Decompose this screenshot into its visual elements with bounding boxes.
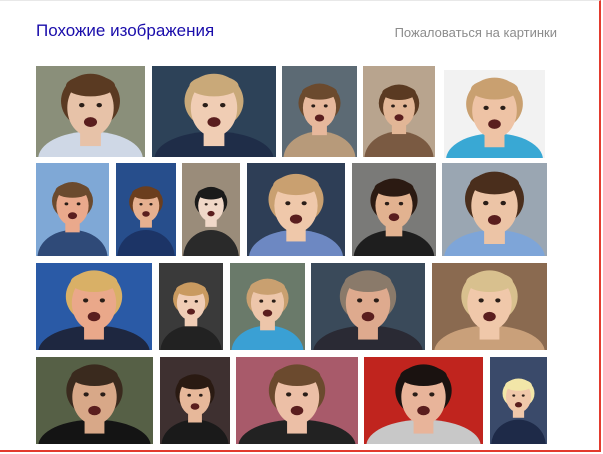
similar-image-thumbnail[interactable] [236,357,358,444]
similar-image-thumbnail[interactable] [36,163,109,256]
portrait-photo [444,171,545,256]
similar-image-thumbnail[interactable] [442,163,547,256]
portrait-photo [154,73,274,157]
similar-image-thumbnail[interactable] [282,66,357,157]
similar-image-thumbnail[interactable] [444,70,545,158]
similar-image-thumbnail[interactable] [36,66,145,157]
portrait-photo [434,270,545,350]
similar-image-thumbnail[interactable] [152,66,276,157]
similar-image-thumbnail[interactable] [363,66,435,157]
portrait-photo [231,278,304,350]
portrait-photo [37,182,108,256]
portrait-photo [364,84,434,157]
similar-image-thumbnail[interactable] [364,357,483,444]
portrait-photo [283,83,356,157]
portrait-photo [38,73,143,157]
portrait-photo [366,364,481,444]
portrait-photo [160,282,222,350]
portrait-photo [183,186,239,256]
portrait-photo [238,364,356,444]
report-images-link[interactable]: Пожаловаться на картинки [395,25,557,40]
portrait-photo [161,374,229,444]
similar-image-thumbnail[interactable] [247,163,345,256]
portrait-photo [491,378,546,444]
similar-image-thumbnail[interactable] [36,263,152,350]
similar-image-thumbnail[interactable] [36,357,153,444]
similar-image-thumbnail[interactable] [230,263,305,350]
portrait-photo [38,364,151,444]
portrait-photo [249,173,343,256]
similar-image-thumbnail[interactable] [352,163,436,256]
similar-image-thumbnail[interactable] [432,263,547,350]
portrait-photo [117,186,175,256]
portrait-photo [313,270,423,350]
similar-image-thumbnail[interactable] [116,163,176,256]
portrait-photo [38,270,150,350]
similar-image-thumbnail[interactable] [160,357,230,444]
similar-image-thumbnail[interactable] [159,263,223,350]
similar-image-thumbnail[interactable] [182,163,240,256]
portrait-photo [446,77,543,158]
similar-images-title[interactable]: Похожие изображения [36,21,214,41]
similar-image-thumbnail[interactable] [311,263,425,350]
similar-image-thumbnail[interactable] [490,357,547,444]
portrait-photo [353,178,435,256]
